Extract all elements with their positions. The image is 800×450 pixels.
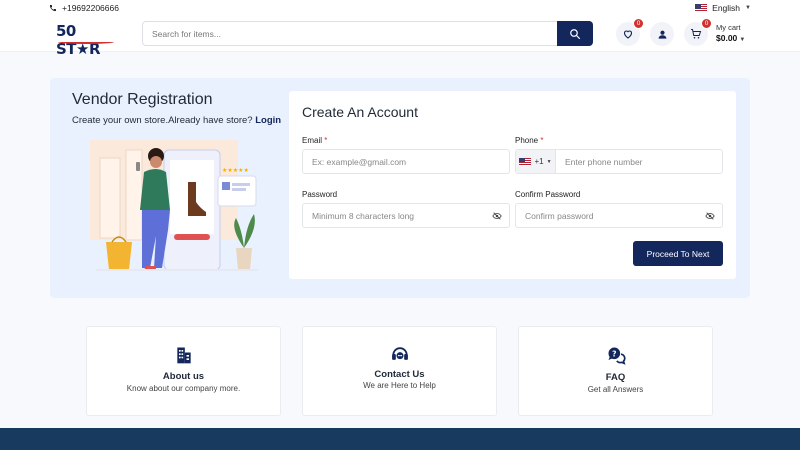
heart-icon [623,30,633,39]
page-title: Vendor Registration [72,91,213,108]
language-selector[interactable]: English ▼ [695,3,751,13]
page-subtitle: Create your own store.Already have store… [72,115,281,126]
confirm-password-input[interactable] [516,204,698,227]
phone-label: Phone * [515,136,544,145]
country-code: +1 [534,157,544,166]
faq-card[interactable]: ? FAQ Get all Answers [518,326,713,416]
faq-title: FAQ [605,372,626,383]
confirm-password-field [515,203,723,228]
question-chat-icon: ? [519,345,712,365]
search-button[interactable] [557,21,593,46]
about-us-title: About us [162,371,205,382]
account-button[interactable] [650,22,674,46]
email-input[interactable] [303,150,509,173]
country-code-selector[interactable]: +1 ▼ [516,150,556,173]
building-icon [87,345,280,365]
cart-icon [691,29,702,39]
us-flag-icon [519,157,532,166]
search-icon [570,28,581,39]
confirm-password-label: Confirm Password [515,190,581,199]
top-strip: +19692206666 English ▼ [0,0,800,16]
password-input[interactable] [303,204,485,227]
chevron-down-icon: ▼ [745,5,751,11]
cart-count-badge: 0 [701,18,712,29]
cart-summary[interactable]: My cart $0.00 ▼ [716,23,745,45]
required-mark: * [324,136,328,145]
user-icon [658,30,666,39]
phone-icon [50,5,56,11]
phone-contact[interactable]: +19692206666 [49,3,119,13]
proceed-to-next-button[interactable]: Proceed To Next [633,241,723,266]
email-label-text: Email [302,136,323,145]
search-input[interactable] [143,22,557,45]
eye-off-icon[interactable] [698,211,722,221]
subtitle-text: Create your own store.Already have store… [72,115,253,126]
vendor-illustration: ★★★★★ [90,140,258,271]
form-title: Create An Account [302,104,418,120]
chevron-down-icon: ▼ [546,158,552,165]
wishlist-button[interactable]: 0 [616,18,644,46]
headset-icon [303,344,496,364]
chevron-down-icon: ▼ [739,37,746,43]
about-us-card[interactable]: About us Know about our company more. [86,326,281,416]
about-us-subtitle: Know about our company more. [126,384,241,393]
footer-bar [0,428,800,450]
language-label: English [712,3,741,13]
wishlist-count-badge: 0 [633,18,644,29]
contact-us-title: Contact Us [374,369,425,380]
email-label: Email * [302,136,327,145]
login-link[interactable]: Login [255,115,281,126]
cart-amount: $0.00 [716,33,738,43]
password-field [302,203,510,228]
svg-text:★★★★★: ★★★★★ [222,167,249,174]
contact-us-card[interactable]: Contact Us We are Here to Help [302,326,497,416]
phone-number: +19692206666 [62,3,119,13]
svg-text:?: ? [612,350,616,359]
faq-subtitle: Get all Answers [587,385,644,394]
phone-input[interactable] [556,150,722,173]
phone-field: +1 ▼ [515,149,723,174]
search-bar [142,21,593,46]
us-flag-icon [695,4,708,12]
required-mark: * [540,136,544,145]
email-field [302,149,510,174]
main-header: 50 ST★R 0 0 My cart $0.00 ▼ [0,16,800,58]
eye-off-icon[interactable] [485,211,509,221]
contact-us-subtitle: We are Here to Help [363,381,436,390]
cart-button[interactable]: 0 [684,18,712,46]
logo-swoosh [58,40,114,44]
password-label: Password [302,190,338,199]
site-logo[interactable]: 50 ST★R [56,22,118,58]
cart-label: My cart [716,23,741,32]
phone-label-text: Phone [515,136,539,145]
